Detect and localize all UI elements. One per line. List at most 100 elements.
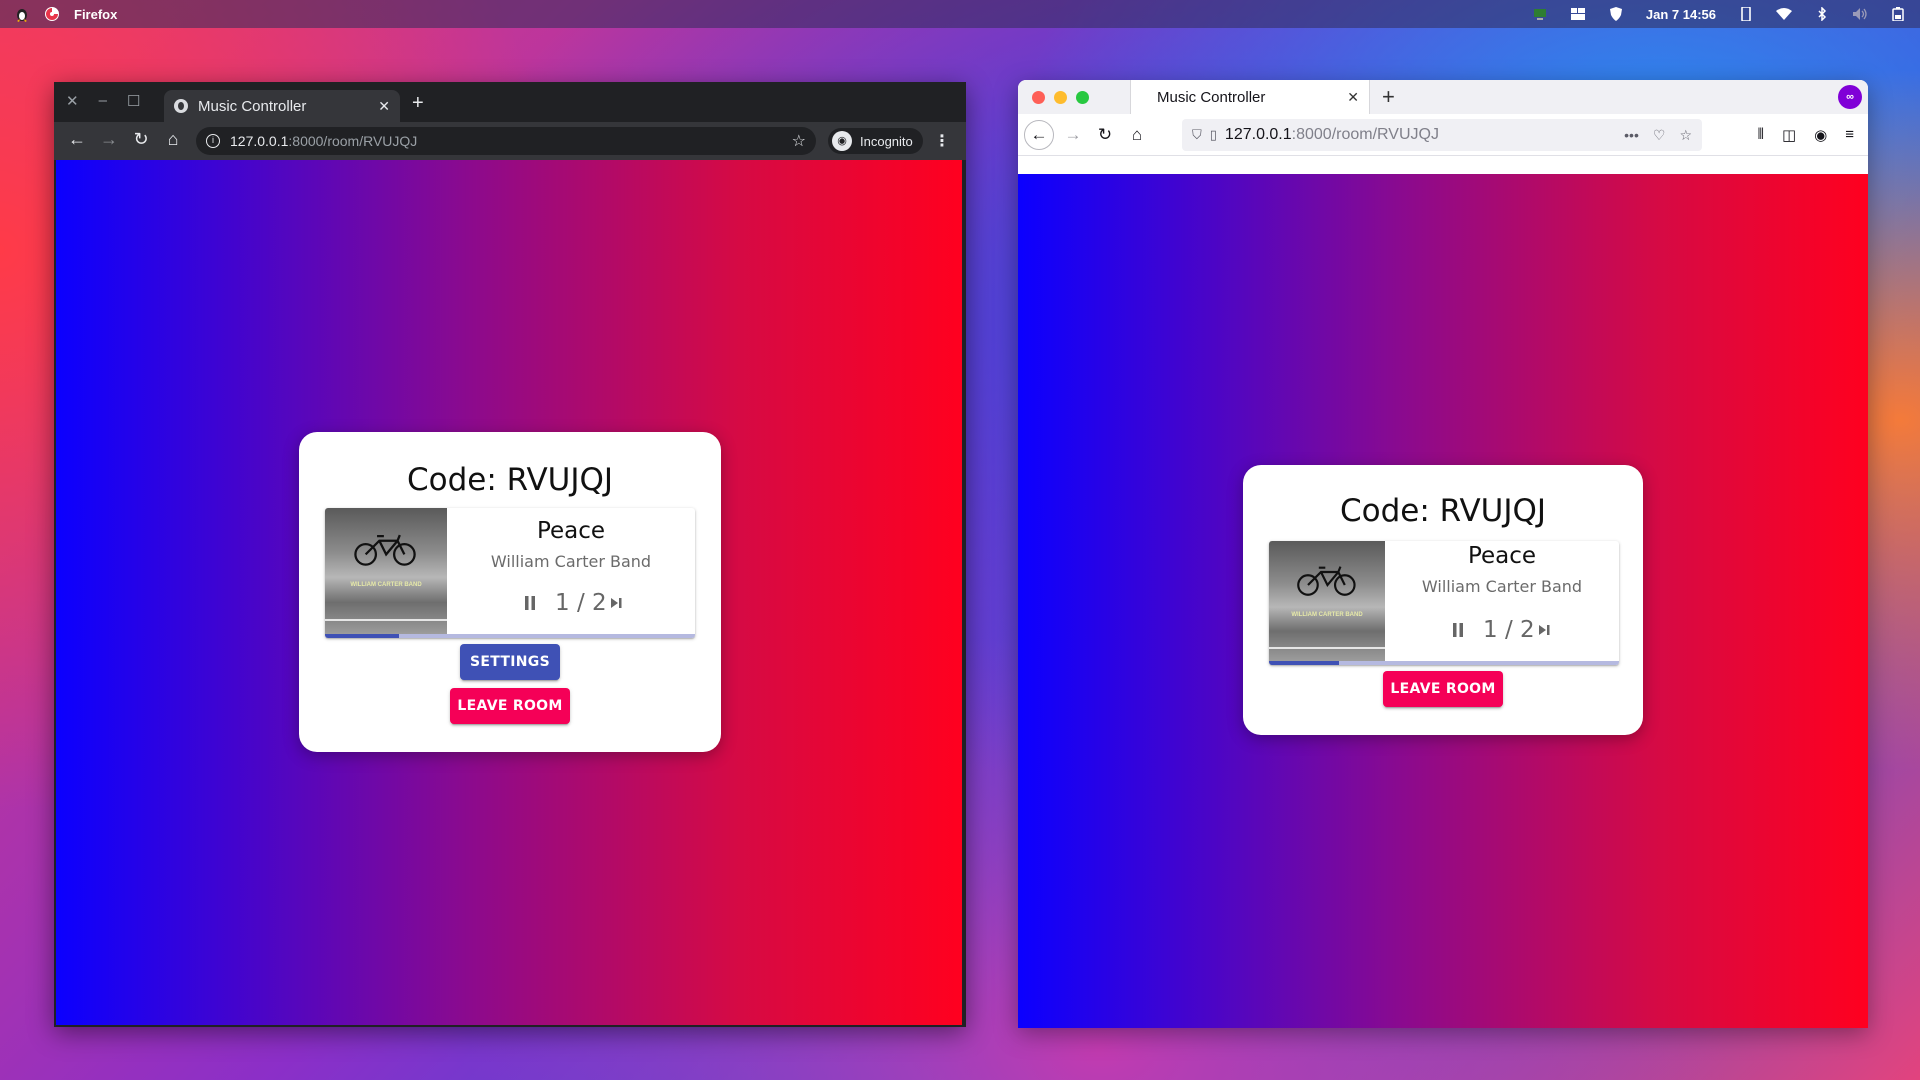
room-code-title: Code: RVUJQJ <box>406 462 614 498</box>
chrome-toolbar: ← → ↻ ⌂ i 127.0.0.1:8000/room/RVUJQJ ☆ ◉… <box>54 122 966 160</box>
maximize-window-icon[interactable]: ☐ <box>127 92 140 110</box>
forward-icon[interactable]: → <box>1060 125 1086 145</box>
settings-button[interactable]: Settings <box>460 644 560 680</box>
globe-icon <box>174 99 188 113</box>
close-tab-icon[interactable]: ✕ <box>378 98 390 115</box>
pause-icon[interactable] <box>515 588 545 618</box>
skip-votes: 1 / 2 <box>1483 617 1535 643</box>
song-progress-fill <box>325 634 399 638</box>
reload-icon[interactable]: ↻ <box>132 129 150 150</box>
chrome-window: ✕ – ☐ Music Controller ✕ + ← → ↻ ⌂ i 127… <box>54 82 966 1027</box>
clock[interactable]: Jan 7 14:56 <box>1646 7 1716 22</box>
music-player-card: WILLIAM CARTER BAND Peace William Carter… <box>1269 541 1619 665</box>
new-tab-icon[interactable]: + <box>1382 84 1395 110</box>
bookmark-star-icon[interactable]: ☆ <box>1679 127 1692 144</box>
leave-room-button[interactable]: Leave Room <box>1383 671 1503 707</box>
bicycle-icon <box>354 534 416 566</box>
sidebar-icon[interactable]: ◫ <box>1782 126 1796 144</box>
album-cover-road <box>325 619 447 622</box>
song-progress-bar <box>325 634 695 638</box>
firefox-tab-strip: Music Controller ✕ + ∞ <box>1018 80 1868 114</box>
firefox-icon[interactable] <box>44 6 60 22</box>
kebab-menu-icon[interactable]: ⋮ <box>934 131 950 151</box>
wifi-icon[interactable] <box>1776 6 1792 22</box>
tux-icon[interactable] <box>14 6 30 22</box>
skip-next-icon[interactable] <box>1535 615 1553 645</box>
battery-icon[interactable] <box>1890 6 1906 22</box>
library-icon[interactable]: ⫴ <box>1758 126 1764 144</box>
close-tab-icon[interactable]: ✕ <box>1347 89 1359 106</box>
song-artist: William Carter Band <box>1421 577 1583 596</box>
chrome-page-content: Code: RVUJQJ WILLIAM CARTER BAND Peace W… <box>56 160 962 1025</box>
address-bar[interactable]: ⛉ ▯ 127.0.0.1:8000/room/RVUJQJ ••• ♡ ☆ <box>1182 119 1702 151</box>
window-controls <box>1032 91 1089 104</box>
room-card: Code: RVUJQJ WILLIAM CARTER BAND Peace W… <box>1243 465 1643 735</box>
bicycle-icon <box>1296 565 1356 596</box>
account-icon[interactable]: ◉ <box>1814 126 1827 144</box>
skip-votes: 1 / 2 <box>555 590 607 616</box>
album-cover: WILLIAM CARTER BAND <box>1269 541 1385 661</box>
album-cover: WILLIAM CARTER BAND <box>325 508 447 634</box>
incognito-label: Incognito <box>860 133 913 149</box>
firefox-window: Music Controller ✕ + ∞ ← → ↻ ⌂ ⛉ ▯ 127.0… <box>1018 80 1868 1028</box>
windows-icon[interactable] <box>1570 6 1586 22</box>
back-icon[interactable]: ← <box>1024 120 1054 150</box>
song-progress-bar <box>1269 661 1619 665</box>
album-cover-road <box>1269 647 1385 649</box>
room-code-title: Code: RVUJQJ <box>1339 493 1547 529</box>
site-info-icon[interactable]: i <box>206 134 220 148</box>
song-title: Peace <box>536 518 606 544</box>
monitor-icon[interactable] <box>1532 6 1548 22</box>
close-window-icon[interactable]: ✕ <box>66 92 79 110</box>
album-cover-text: WILLIAM CARTER BAND <box>350 582 422 589</box>
phone-icon[interactable] <box>1738 6 1754 22</box>
private-browsing-icon: ∞ <box>1838 85 1862 109</box>
shield-icon[interactable] <box>1608 6 1624 22</box>
url-path: :8000/room/RVUJQJ <box>288 133 418 149</box>
chrome-tab-strip: ✕ – ☐ Music Controller ✕ + <box>54 82 966 122</box>
volume-icon[interactable] <box>1852 6 1868 22</box>
album-cover-text: WILLIAM CARTER BAND <box>1291 611 1363 618</box>
song-artist: William Carter Band <box>490 552 652 571</box>
home-icon[interactable]: ⌂ <box>164 129 182 150</box>
playback-controls: 1 / 2 <box>1443 615 1553 645</box>
firefox-tab-music-controller[interactable]: Music Controller ✕ <box>1130 80 1370 114</box>
close-window-icon[interactable] <box>1032 91 1045 104</box>
music-player-card: WILLIAM CARTER BAND Peace William Carter… <box>325 508 695 638</box>
page-actions-icon[interactable]: ••• <box>1624 127 1639 144</box>
active-app-name[interactable]: Firefox <box>74 7 117 22</box>
firefox-page-content: Code: RVUJQJ WILLIAM CARTER BAND Peace W… <box>1018 174 1868 1028</box>
url-host: 127.0.0.1 <box>1224 126 1292 143</box>
home-icon[interactable]: ⌂ <box>1124 125 1150 145</box>
firefox-toolbar: ← → ↻ ⌂ ⛉ ▯ 127.0.0.1:8000/room/RVUJQJ •… <box>1018 114 1868 156</box>
forward-icon[interactable]: → <box>100 129 118 150</box>
chrome-tab-music-controller[interactable]: Music Controller ✕ <box>164 90 400 122</box>
address-bar[interactable]: i 127.0.0.1:8000/room/RVUJQJ ☆ <box>196 127 816 155</box>
minimize-window-icon[interactable] <box>1054 91 1067 104</box>
playback-controls: 1 / 2 <box>515 588 625 618</box>
new-tab-icon[interactable]: + <box>412 92 424 115</box>
tracking-shield-icon[interactable]: ⛉ <box>1192 127 1202 143</box>
tab-title: Music Controller <box>1157 88 1266 106</box>
bluetooth-icon[interactable] <box>1814 6 1830 22</box>
minimize-window-icon[interactable]: – <box>99 92 107 110</box>
bookmark-star-icon[interactable]: ☆ <box>792 131 806 151</box>
bookmarks-toolbar <box>1018 156 1868 174</box>
system-top-bar: Firefox Jan 7 14:56 <box>0 0 1920 28</box>
url-path: :8000/room/RVUJQJ <box>1291 126 1439 143</box>
hamburger-menu-icon[interactable]: ≡ <box>1845 126 1854 144</box>
page-icon[interactable]: ▯ <box>1210 127 1217 143</box>
back-icon[interactable]: ← <box>68 129 86 150</box>
maximize-window-icon[interactable] <box>1076 91 1089 104</box>
pocket-icon[interactable]: ♡ <box>1653 127 1666 144</box>
leave-room-button[interactable]: Leave Room <box>450 688 570 724</box>
skip-next-icon[interactable] <box>607 588 625 618</box>
incognito-icon: ◉ <box>832 131 852 151</box>
incognito-badge[interactable]: ◉ Incognito <box>828 128 923 154</box>
reload-icon[interactable]: ↻ <box>1092 125 1118 145</box>
url-host: 127.0.0.1 <box>230 133 289 149</box>
song-progress-fill <box>1269 661 1339 665</box>
pause-icon[interactable] <box>1443 615 1473 645</box>
window-controls: ✕ – ☐ <box>66 92 140 110</box>
room-card: Code: RVUJQJ WILLIAM CARTER BAND Peace W… <box>299 432 721 752</box>
